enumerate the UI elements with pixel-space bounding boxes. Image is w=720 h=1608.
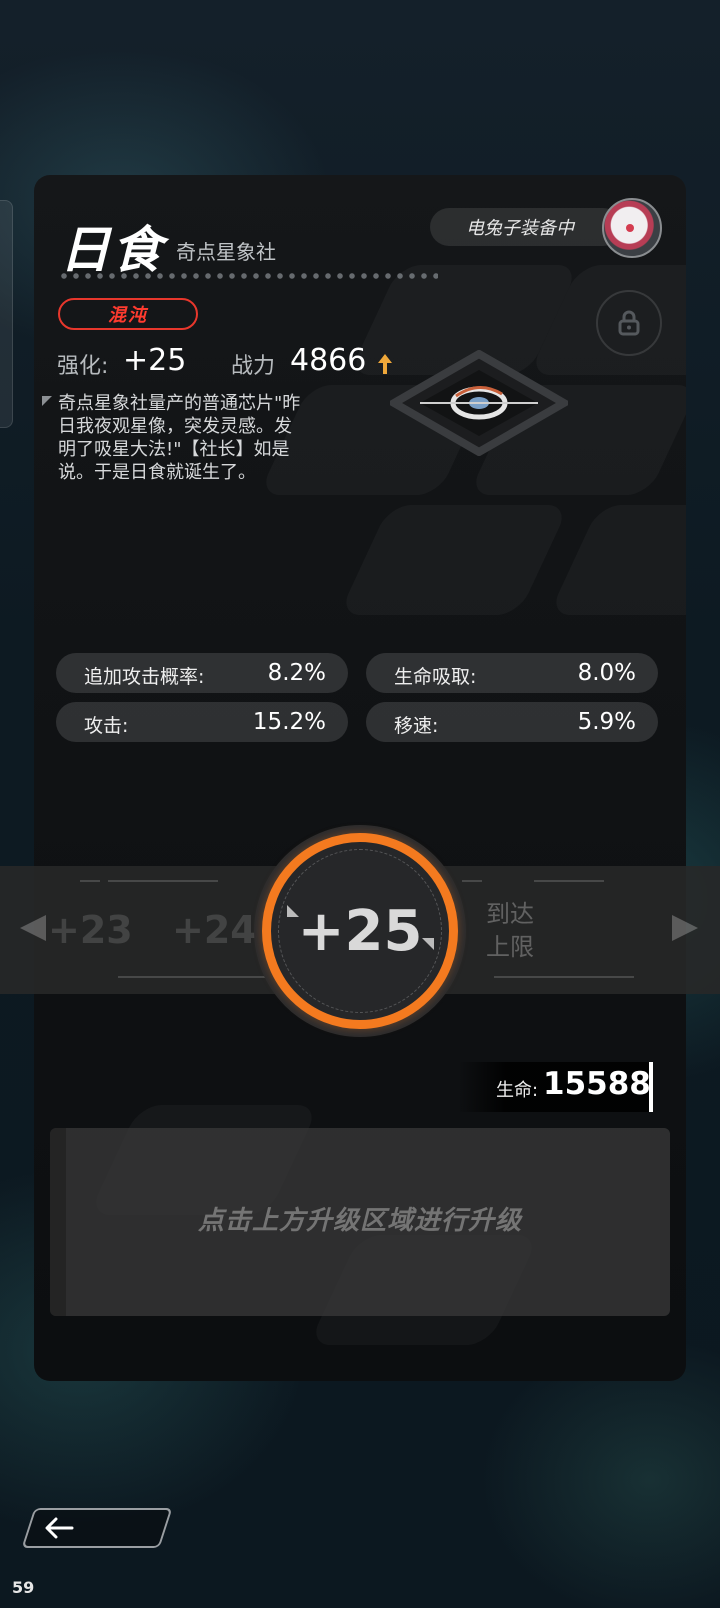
stat-value: 5.9% <box>577 709 636 735</box>
stat-value: 8.0% <box>577 660 636 686</box>
avatar-portrait[interactable] <box>602 198 662 258</box>
next-level-arrow[interactable] <box>672 915 698 941</box>
max-line-2: 上限 <box>486 933 534 961</box>
title-divider <box>58 272 438 280</box>
fps-counter: 59 <box>12 1578 35 1597</box>
upgrade-hint: 点击上方升级区域进行升级 <box>197 1206 522 1236</box>
description-marker <box>42 396 52 406</box>
stat-key: 移速: <box>394 715 439 737</box>
enhance-label: 强化: <box>57 354 109 379</box>
chip-emblem-icon <box>390 350 568 456</box>
power-label: 战力 <box>231 354 276 379</box>
rarity-badge: 混沌 <box>58 298 198 330</box>
stat-key: 追加攻击概率: <box>84 666 205 688</box>
enhance-value: +25 <box>123 343 187 378</box>
stat-extra-attack-chance: 追加攻击概率: 8.2% <box>56 653 348 693</box>
previous-level-arrow[interactable] <box>20 915 46 941</box>
lock-button[interactable] <box>596 290 662 356</box>
stat-attack: 攻击: 15.2% <box>56 702 348 742</box>
stat-move-speed: 移速: 5.9% <box>366 702 658 742</box>
max-line-1: 到达 <box>486 900 534 928</box>
side-panel-tab[interactable] <box>0 200 13 428</box>
upgrade-area[interactable]: 点击上方升级区域进行升级 <box>50 1128 670 1316</box>
back-arrow-icon <box>45 1517 74 1539</box>
level-option-max: 到达 上限 <box>486 898 534 964</box>
level-option-prev1[interactable]: +24 <box>172 908 257 952</box>
level-option-prev2[interactable]: +23 <box>48 908 133 952</box>
stat-value: 15.2% <box>252 709 326 735</box>
chip-description: 奇点星象社量产的普通芯片"昨日我夜观星像，突发灵感。发明了吸星大法!"【社长】如… <box>58 393 301 483</box>
chip-faction: 奇点星象社 <box>176 240 276 264</box>
lock-icon <box>618 310 640 336</box>
stat-life-steal: 生命吸取: 8.0% <box>366 653 658 693</box>
stat-value: 8.2% <box>267 660 326 686</box>
equipped-by-badge: 电兔子装备中 <box>430 208 622 246</box>
current-level[interactable]: +25 <box>262 833 458 1029</box>
hp-label: 生命: <box>496 1080 539 1101</box>
stat-key: 攻击: <box>84 715 129 737</box>
power-value: 4866 <box>290 343 367 378</box>
stat-key: 生命吸取: <box>394 666 477 688</box>
hp-value: 15588 <box>543 1066 651 1102</box>
